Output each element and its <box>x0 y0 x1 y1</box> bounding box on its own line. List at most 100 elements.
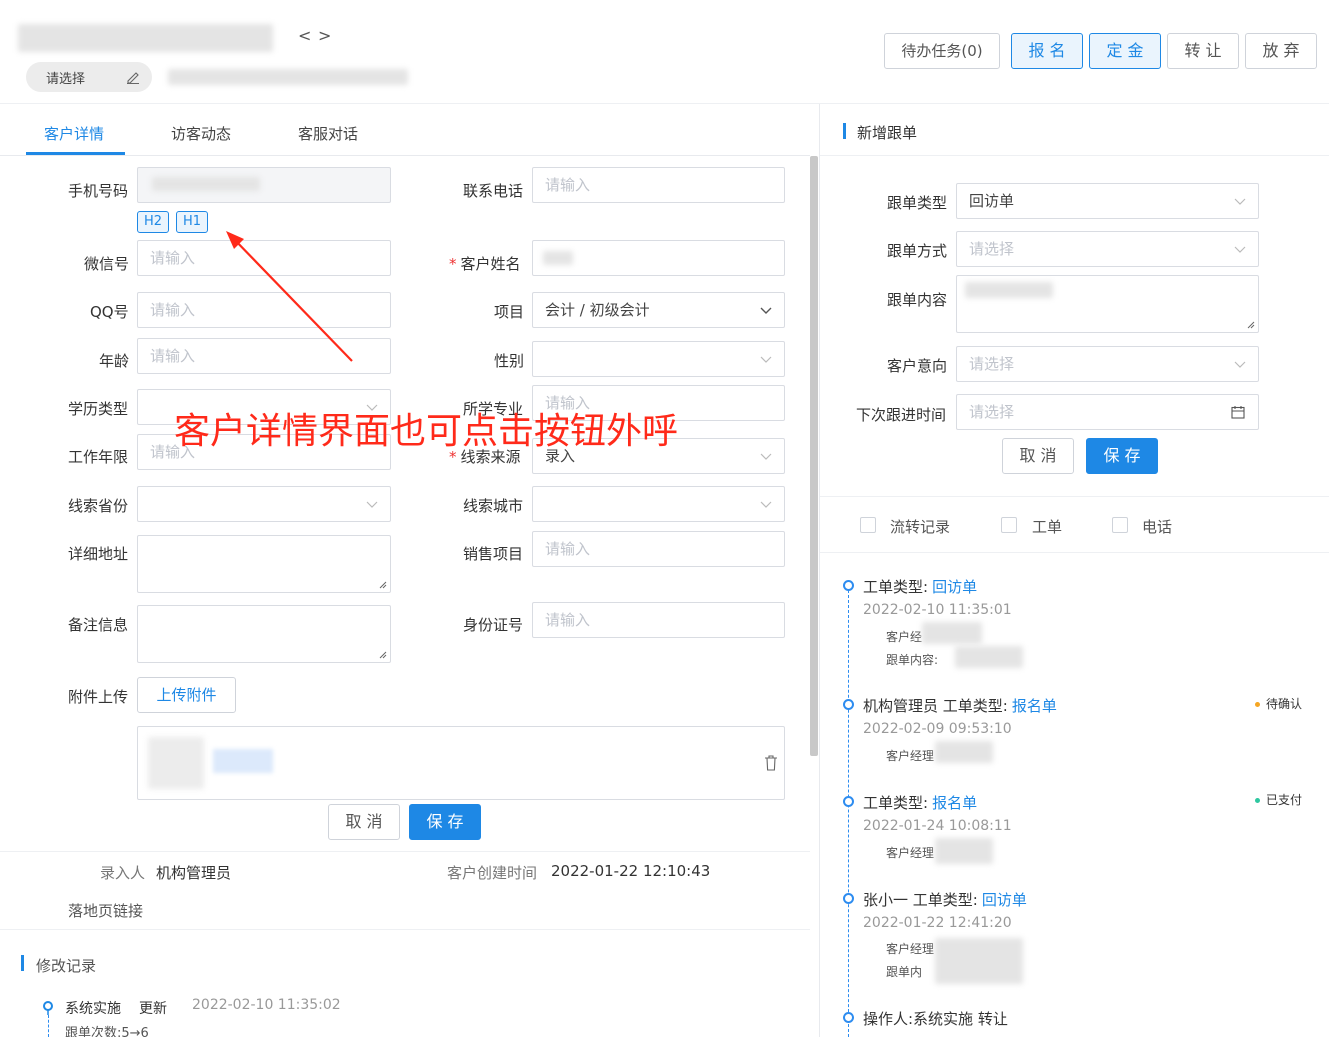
timeline-node <box>843 1012 854 1023</box>
lead-province-select[interactable] <box>137 486 391 522</box>
nav-prev-icon[interactable]: < <box>298 26 311 45</box>
creator-value: 机构管理员 <box>156 864 232 882</box>
status-text: 已支付 <box>1266 793 1303 807</box>
lead-city-select[interactable] <box>532 486 785 522</box>
tab-service-chat[interactable]: 客服对话 <box>298 123 358 144</box>
nav-next-icon[interactable]: > <box>318 26 331 45</box>
todo-tasks-button[interactable]: 待办任务(0) <box>884 33 1000 69</box>
timeline-type-value[interactable]: 回访单 <box>982 891 1027 909</box>
deposit-button[interactable]: 定 金 <box>1089 33 1161 69</box>
timeline-line-2: 跟单内容: <box>886 653 939 667</box>
status-badge-pending: 待确认 <box>1255 695 1302 712</box>
tabs-divider <box>0 155 810 156</box>
mobile-value-blurred <box>152 177 260 191</box>
status-select-placeholder: 请选择 <box>46 72 86 87</box>
gender-label: 性别 <box>494 352 525 370</box>
resize-grip-icon[interactable] <box>1246 320 1255 329</box>
tab-visitor-activity[interactable]: 访客动态 <box>171 123 231 144</box>
next-followup-placeholder: 请选择 <box>969 403 1015 421</box>
history-action: 更新 <box>139 1001 167 1017</box>
chevron-down-icon <box>1234 198 1246 205</box>
followup-method-label: 跟单方式 <box>887 242 948 260</box>
customer-subinfo-blurred <box>168 69 408 85</box>
followup-type-select[interactable]: 回访单 <box>956 183 1259 219</box>
enroll-button[interactable]: 报 名 <box>1011 33 1083 69</box>
filter-flow-label[interactable]: 流转记录 <box>890 516 950 537</box>
filter-flow-checkbox[interactable] <box>860 517 876 533</box>
status-text: 待确认 <box>1266 697 1303 711</box>
resize-grip-icon[interactable] <box>378 650 387 659</box>
id-card-input[interactable]: 请输入 <box>532 602 785 638</box>
customer-intent-label: 客户意向 <box>887 357 948 375</box>
annotation-arrow <box>226 231 353 362</box>
timeline-detail-blurred <box>955 646 1023 668</box>
abandon-button[interactable]: 放 弃 <box>1245 33 1317 69</box>
next-followup-datepicker[interactable]: 请选择 <box>956 394 1259 430</box>
followup-method-select[interactable]: 请选择 <box>956 231 1259 267</box>
project-select[interactable]: 会计 / 初级会计 <box>532 292 785 328</box>
history-title-bar <box>21 955 24 971</box>
timeline-type-value[interactable]: 回访单 <box>932 578 977 596</box>
customer-title-blurred <box>18 24 273 52</box>
call-tag-h2[interactable]: H2 <box>137 211 169 233</box>
filter-ticket-label[interactable]: 工单 <box>1032 516 1062 537</box>
history-timeline-line <box>48 1015 49 1037</box>
creator-label: 录入人 <box>100 864 146 882</box>
history-time: 2022-02-10 11:35:02 <box>192 997 341 1013</box>
timeline-type-value[interactable]: 报名单 <box>932 794 977 812</box>
transfer-button[interactable]: 转 让 <box>1167 33 1239 69</box>
timeline-type-label: 工单类型: <box>863 794 929 812</box>
filter-ticket-checkbox[interactable] <box>1001 517 1017 533</box>
customer-intent-select[interactable]: 请选择 <box>956 346 1259 382</box>
status-badge-paid: 已支付 <box>1255 791 1302 808</box>
status-select[interactable]: 请选择 <box>26 62 152 92</box>
remark-textarea[interactable] <box>137 605 391 663</box>
filter-divider <box>820 552 1329 553</box>
chevron-down-icon <box>760 453 772 460</box>
address-label: 详细地址 <box>68 545 129 563</box>
call-tag-h1[interactable]: H1 <box>176 211 208 233</box>
form-cancel-button[interactable]: 取 消 <box>328 804 400 840</box>
followup-divider <box>820 496 1329 497</box>
timeline-line-1: 客户经 <box>886 630 923 644</box>
gender-select[interactable] <box>532 341 785 377</box>
form-save-button[interactable]: 保 存 <box>409 804 481 840</box>
meta-bottom-divider <box>0 929 810 930</box>
created-time-label: 客户创建时间 <box>447 864 538 882</box>
mobile-field <box>137 167 391 203</box>
filter-phone-label[interactable]: 电话 <box>1142 516 1172 537</box>
left-panel-scrollbar[interactable] <box>810 156 818 756</box>
attachment-thumbnail-blurred[interactable] <box>148 737 204 789</box>
upload-attachment-button[interactable]: 上传附件 <box>137 677 236 713</box>
resize-grip-icon[interactable] <box>378 580 387 589</box>
customer-name-input[interactable] <box>532 240 785 276</box>
followup-save-button[interactable]: 保 存 <box>1086 438 1158 474</box>
address-textarea[interactable] <box>137 535 391 593</box>
phone-input[interactable]: 请输入 <box>532 167 785 203</box>
followup-title: 新增跟单 <box>857 124 918 142</box>
lead-city-label: 线索城市 <box>463 497 524 515</box>
timeline-type-value[interactable]: 报名单 <box>1012 697 1057 715</box>
timeline-time: 2022-02-10 11:35:01 <box>863 602 1012 618</box>
attachment-name-blurred[interactable] <box>213 749 273 773</box>
edit-icon[interactable] <box>126 70 140 84</box>
customer-name-blurred <box>543 251 573 265</box>
followup-title-divider <box>820 155 1329 156</box>
status-dot-icon <box>1255 702 1260 707</box>
timeline-node <box>843 796 854 807</box>
wechat-label: 微信号 <box>84 255 130 273</box>
timeline-item-title: 张小一 工单类型: 回访单 <box>863 889 1027 910</box>
followup-content-blurred <box>965 282 1053 298</box>
followup-cancel-button[interactable]: 取 消 <box>1002 438 1074 474</box>
filter-phone-checkbox[interactable] <box>1112 517 1128 533</box>
followup-content-textarea[interactable] <box>956 275 1259 333</box>
mobile-label: 手机号码 <box>68 182 129 200</box>
tab-customer-detail[interactable]: 客户详情 <box>44 123 104 144</box>
status-dot-icon <box>1255 798 1260 803</box>
chevron-down-icon <box>760 307 772 314</box>
project-label: 项目 <box>494 303 525 321</box>
delete-icon[interactable] <box>764 755 778 771</box>
sales-project-input[interactable]: 请输入 <box>532 531 785 567</box>
customer-intent-placeholder: 请选择 <box>969 355 1015 373</box>
created-time-value: 2022-01-22 12:10:43 <box>551 862 711 880</box>
